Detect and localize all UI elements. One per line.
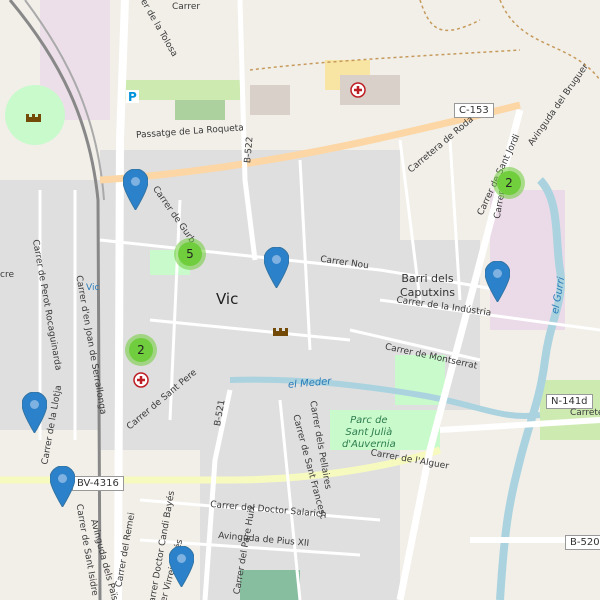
cluster-marker[interactable]: 5 <box>174 238 206 270</box>
road-shield-bv4316: BV-4316 <box>72 476 124 491</box>
road-shield-c153: C-153 <box>454 103 494 118</box>
cluster-marker[interactable]: 2 <box>125 334 157 366</box>
svg-text:P: P <box>128 90 137 104</box>
cluster-count: 5 <box>178 242 202 266</box>
district-label-caputxins: Barri dels Caputxins <box>400 272 455 299</box>
park-label: Parc de Sant Julià d'Auvernia <box>342 415 396 450</box>
map-marker-icon[interactable] <box>22 392 47 433</box>
street-label: Carrete <box>570 408 600 418</box>
cluster-marker[interactable]: 2 <box>493 167 525 199</box>
street-label: Carrer <box>172 2 201 12</box>
station-label: Vic <box>86 283 100 293</box>
map-marker-icon[interactable] <box>50 466 75 507</box>
map-marker-icon[interactable] <box>485 261 510 302</box>
street-label: cre <box>0 270 14 280</box>
cluster-count: 2 <box>497 171 521 195</box>
road-shield-n141d: N-141d <box>546 394 593 409</box>
map-marker-icon[interactable] <box>169 546 194 587</box>
road-shield-b520: B-520 <box>565 535 600 550</box>
town-label: Vic <box>216 290 239 308</box>
map-canvas[interactable]: P C-153 N-141d BV-4316 B-520 B-522 B-521… <box>0 0 600 600</box>
map-marker-icon[interactable] <box>123 169 148 210</box>
cluster-count: 2 <box>129 338 153 362</box>
map-marker-icon[interactable] <box>264 247 289 288</box>
